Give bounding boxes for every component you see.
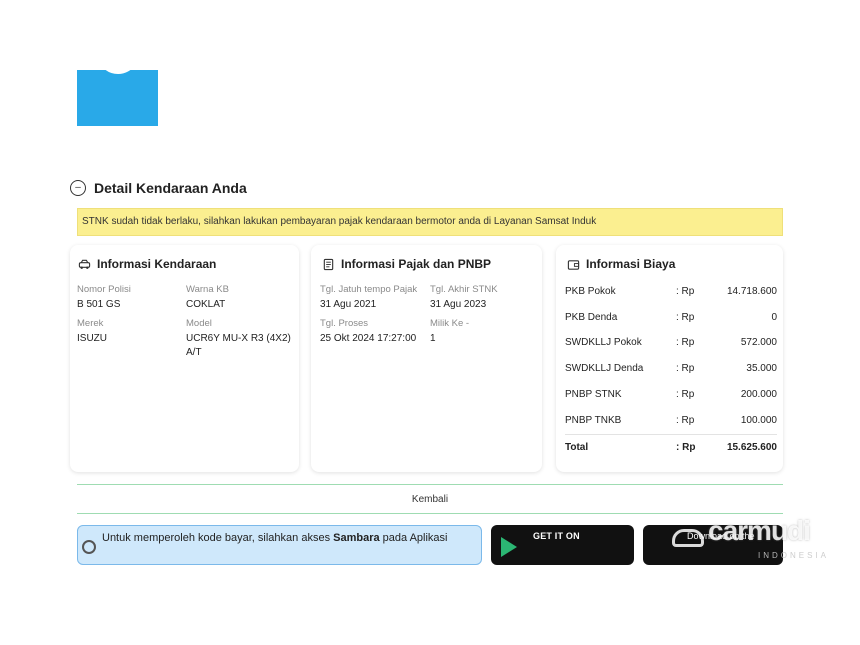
- app-logo: [77, 70, 158, 126]
- cost-label: PKB Pokok: [565, 286, 616, 297]
- cost-row: PNBP TNKB : Rp 100.000: [565, 415, 777, 435]
- model-value-line1: UCR6Y MU-X R3 (4X2): [186, 333, 291, 344]
- carmudi-watermark: carmudi INDONESIA: [668, 513, 848, 573]
- cost-value: 572.000: [740, 337, 777, 348]
- google-play-icon: [501, 537, 517, 557]
- warna-field: Warna KB COKLAT: [186, 284, 229, 312]
- proses-field: Tgl. Proses 25 Okt 2024 17:27:00: [320, 318, 416, 346]
- tax-info-title: Informasi Pajak dan PNBP: [341, 257, 492, 271]
- logo-ring-icon: [97, 70, 139, 74]
- car-logo-icon: [672, 529, 704, 547]
- milik-value: 1: [430, 333, 436, 344]
- cost-row: PNBP STNK : Rp 200.000: [565, 389, 777, 409]
- vehicle-info-title: Informasi Kendaraan: [97, 257, 217, 271]
- model-label: Model: [186, 318, 212, 329]
- cost-row: PKB Denda : Rp 0: [565, 312, 777, 332]
- merek-label: Merek: [77, 318, 104, 329]
- total-label: Total: [565, 442, 589, 453]
- info-icon: [82, 540, 96, 554]
- cost-value: 200.000: [740, 389, 777, 400]
- cost-info-card: Informasi Biaya PKB Pokok : Rp 14.718.60…: [556, 245, 783, 472]
- cost-label: PNBP TNKB: [565, 415, 622, 426]
- google-play-label: GET IT ON: [533, 531, 580, 541]
- info-text-before: Untuk memperoleh kode bayar, silahkan ak…: [102, 532, 334, 544]
- watermark-word: carmudi: [708, 515, 811, 546]
- back-button[interactable]: Kembali: [77, 484, 783, 514]
- merek-field: Merek ISUZU: [77, 318, 107, 346]
- watermark-subtitle: INDONESIA: [758, 551, 830, 560]
- warna-value: COKLAT: [186, 299, 226, 310]
- cost-label: PNBP STNK: [565, 389, 622, 400]
- stnk-alert-banner: STNK sudah tidak berlaku, silahkan lakuk…: [77, 208, 783, 236]
- cost-currency: : Rp: [676, 312, 695, 323]
- nopol-value: B 501 GS: [77, 299, 121, 310]
- cost-label: SWDKLLJ Pokok: [565, 337, 642, 348]
- cost-currency: : Rp: [676, 389, 695, 400]
- total-divider: [565, 434, 777, 435]
- nopol-label: Nomor Polisi: [77, 284, 131, 295]
- cost-label: PKB Denda: [565, 312, 618, 323]
- document-icon: [323, 258, 334, 270]
- milik-label: Milik Ke -: [430, 318, 470, 329]
- proses-label: Tgl. Proses: [320, 318, 369, 329]
- merek-value: ISUZU: [77, 333, 107, 344]
- proses-value: 25 Okt 2024 17:27:00: [320, 333, 417, 344]
- cost-info-title: Informasi Biaya: [586, 257, 676, 271]
- section-header: – Detail Kendaraan Anda: [70, 180, 247, 196]
- cost-currency: : Rp: [676, 415, 695, 426]
- jatuh-tempo-label: Tgl. Jatuh tempo Pajak: [320, 284, 418, 295]
- cost-value: 0: [771, 312, 777, 323]
- warna-label: Warna KB: [186, 284, 229, 295]
- cost-currency: : Rp: [676, 363, 695, 374]
- jatuh-tempo-value: 31 Agu 2021: [320, 299, 377, 310]
- nopol-field: Nomor Polisi B 501 GS: [77, 284, 131, 312]
- model-field: Model UCR6Y MU-X R3 (4X2) A/T: [186, 318, 291, 360]
- akhir-stnk-value: 31 Agu 2023: [430, 299, 487, 310]
- minus-circle-icon[interactable]: –: [70, 180, 86, 196]
- cost-value: 14.718.600: [726, 286, 777, 297]
- cost-currency: : Rp: [676, 337, 695, 348]
- tax-info-card: Informasi Pajak dan PNBP Tgl. Jatuh temp…: [311, 245, 542, 472]
- cost-label: SWDKLLJ Denda: [565, 363, 644, 374]
- section-title: Detail Kendaraan Anda: [94, 180, 247, 196]
- payment-code-info-box: Untuk memperoleh kode bayar, silahkan ak…: [77, 525, 482, 565]
- cost-value: 35.000: [746, 363, 777, 374]
- car-icon: [78, 259, 91, 269]
- cost-row: SWDKLLJ Pokok : Rp 572.000: [565, 337, 777, 357]
- akhir-stnk-field: Tgl. Akhir STNK 31 Agu 2023: [430, 284, 498, 312]
- cost-row: SWDKLLJ Denda : Rp 35.000: [565, 363, 777, 383]
- vehicle-info-card: Informasi Kendaraan Nomor Polisi B 501 G…: [70, 245, 299, 472]
- model-value-line2: A/T: [186, 347, 202, 358]
- total-currency: : Rp: [676, 442, 696, 453]
- wallet-icon: [567, 259, 580, 270]
- cost-currency: : Rp: [676, 286, 695, 297]
- payment-code-info-text: Untuk memperoleh kode bayar, silahkan ak…: [102, 532, 448, 544]
- google-play-button[interactable]: GET IT ON: [491, 525, 634, 565]
- cost-row: PKB Pokok : Rp 14.718.600: [565, 286, 777, 306]
- jatuh-tempo-field: Tgl. Jatuh tempo Pajak 31 Agu 2021: [320, 284, 417, 312]
- info-text-after: pada Aplikasi: [379, 532, 448, 544]
- cost-total-row: Total : Rp 15.625.600: [565, 442, 777, 462]
- total-value: 15.625.600: [726, 442, 777, 453]
- cost-value: 100.000: [740, 415, 777, 426]
- milik-field: Milik Ke - 1: [430, 318, 469, 346]
- sambara-app-name[interactable]: Sambara: [333, 532, 379, 544]
- akhir-stnk-label: Tgl. Akhir STNK: [430, 284, 498, 295]
